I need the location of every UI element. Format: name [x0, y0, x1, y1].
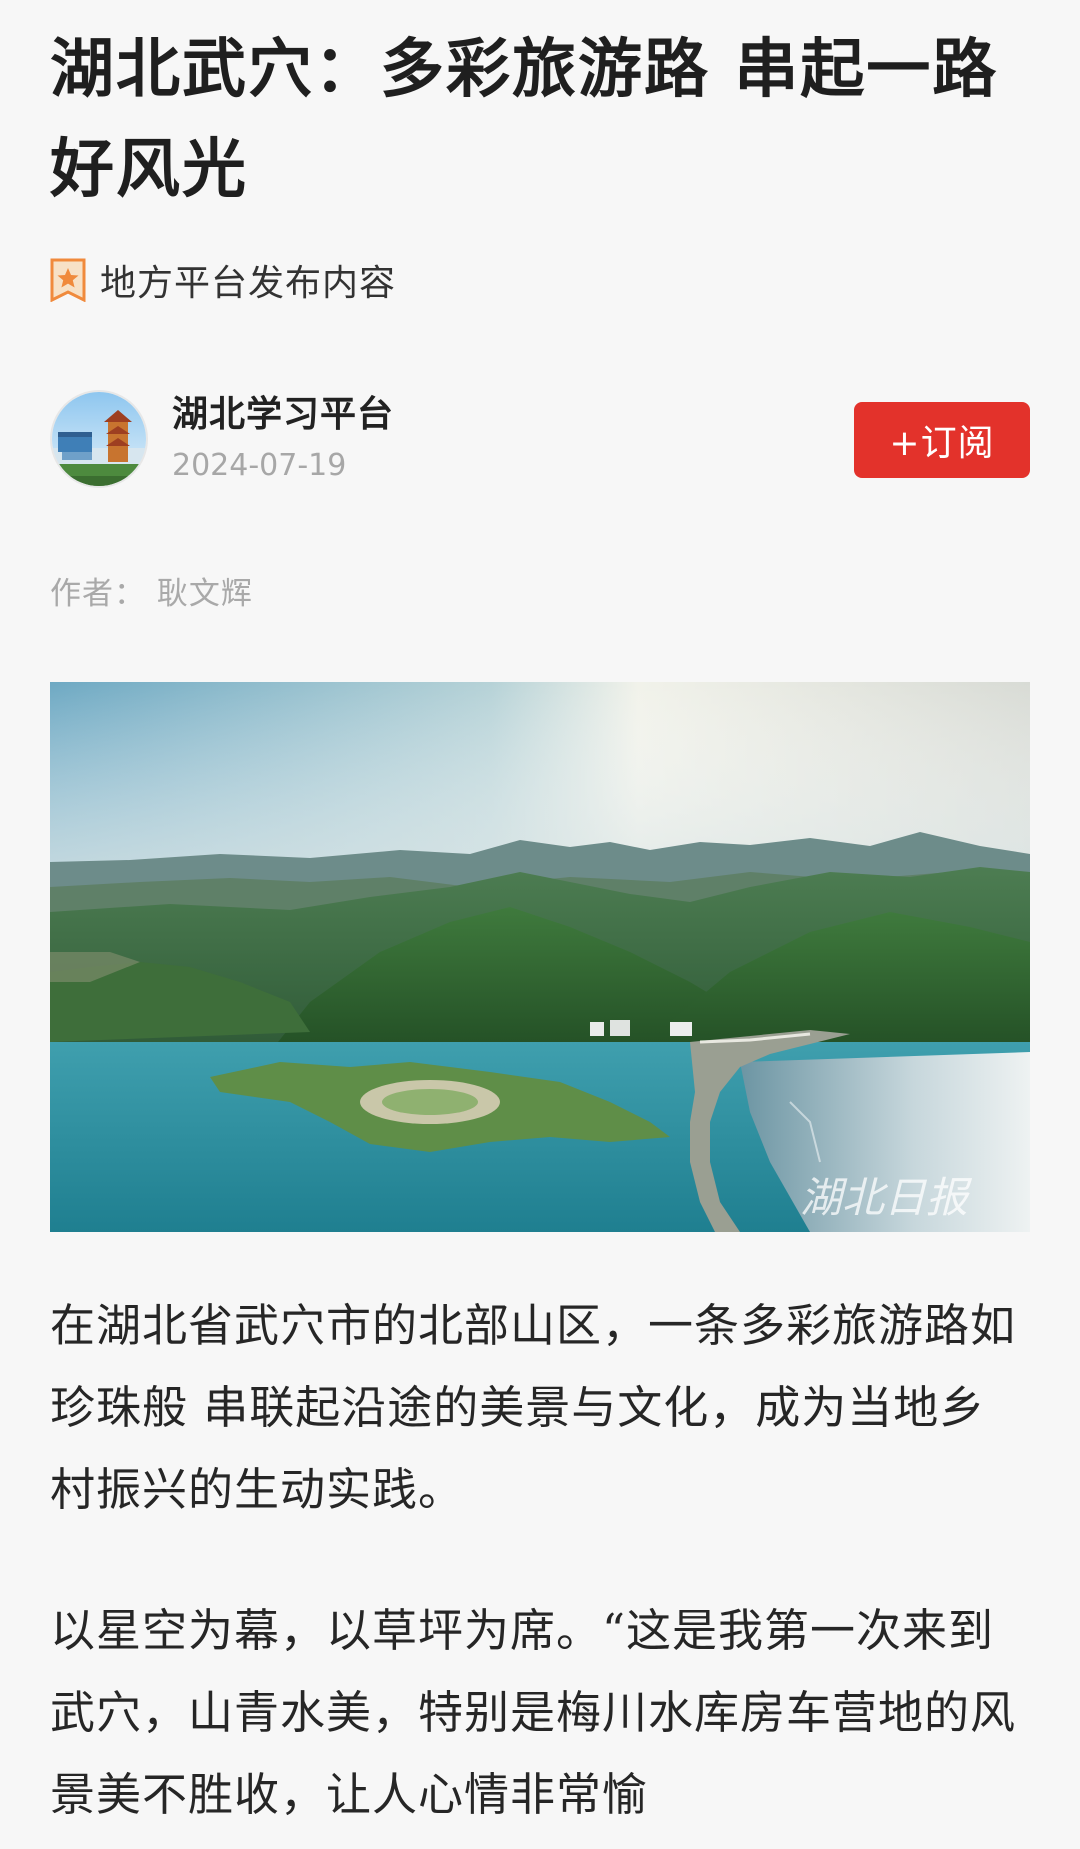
avatar[interactable] — [50, 390, 148, 488]
publish-date: 2024-07-19 — [172, 448, 347, 483]
article-paragraph-1: 在湖北省武穴市的北部山区，一条多彩旅游路如珍珠般 串联起沿途的美景与文化，成为当… — [50, 1299, 1017, 1516]
article-page: 湖北武穴：多彩旅游路 串起一路好风光 地方平台发布内容 湖北学习平台 2024-… — [0, 0, 1080, 1849]
account-name[interactable]: 湖北学习平台 — [172, 390, 394, 440]
source-label-row: 地方平台发布内容 — [50, 255, 396, 305]
star-badge-icon — [50, 258, 86, 303]
image-watermark: 湖北日报 — [800, 1173, 973, 1222]
source-label: 地方平台发布内容 — [100, 263, 397, 304]
author-line: 作者： 耿文辉 — [50, 576, 253, 612]
subscribe-button[interactable]: +订阅 — [854, 402, 1030, 478]
hero-image[interactable]: 湖北日报 — [50, 682, 1030, 1232]
article-paragraph-2: 以星空为幕，以草坪为席。“这是我第一次来到武穴，山青水美，特别是梅川水库房车营地… — [50, 1604, 1017, 1821]
account-header: 湖北学习平台 2024-07-19 +订阅 — [50, 390, 1030, 490]
article-title: 湖北武穴：多彩旅游路 串起一路好风光 — [50, 33, 999, 207]
